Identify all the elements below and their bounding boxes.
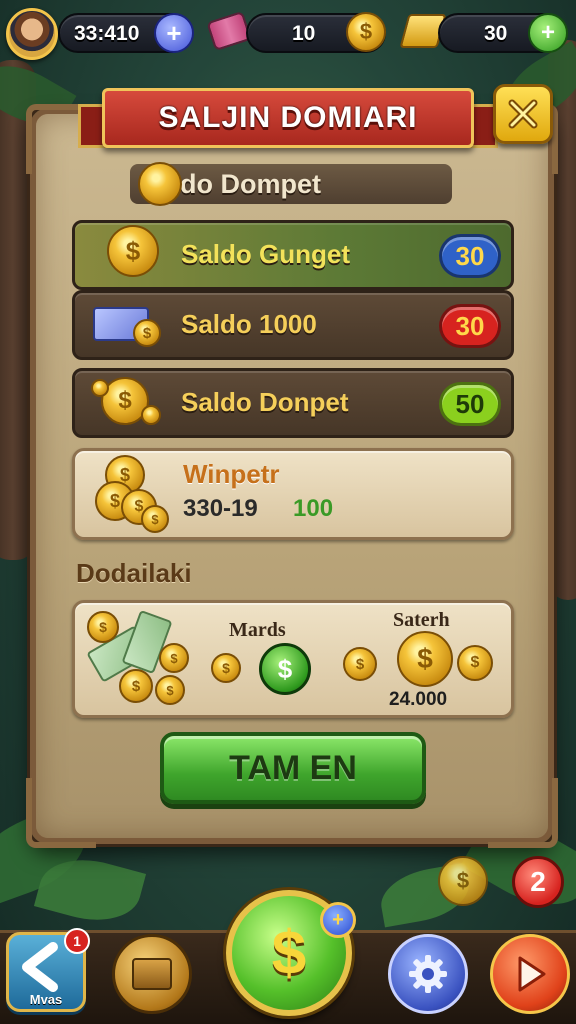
panel-corner — [26, 778, 96, 848]
rewards-amount: 24.000 — [389, 689, 448, 710]
coin-icon: $ — [133, 319, 161, 347]
add-coins-button[interactable]: + — [154, 13, 194, 53]
settings-button[interactable] — [388, 934, 468, 1014]
coins-value: 33:410 — [74, 22, 140, 45]
coin-icon: $ — [343, 647, 377, 681]
rewards-card: $ $ $ $ Mards $ $ $ Saterh $ $ 24.000 — [72, 600, 514, 718]
coin-icon: $ — [457, 645, 493, 681]
add-gems-button[interactable]: + — [528, 13, 568, 53]
row-label: Saldo Donpet — [181, 387, 349, 417]
coin-icon: $ — [119, 669, 153, 703]
close-button[interactable] — [493, 84, 553, 144]
coin-icon: $ — [211, 653, 241, 683]
close-icon — [508, 99, 538, 129]
dollar-glyph: $ — [359, 19, 373, 44]
balance-row[interactable]: $ Saldo 1000 30 — [72, 290, 514, 360]
dollar-glyph: $ — [277, 653, 293, 684]
coin-icon: $ — [159, 643, 189, 673]
back-button-label: Mvas — [29, 992, 63, 1007]
row-badge: 50 — [439, 382, 501, 426]
winner-title: Winpetr — [183, 459, 280, 489]
gear-icon — [409, 955, 447, 993]
coin-stack-icon: $ — [107, 225, 159, 277]
wallet-subheader: do Dompet — [130, 162, 452, 206]
notification-count: 2 — [530, 866, 546, 897]
winner-value-b: 100 — [293, 495, 334, 522]
confirm-button[interactable]: TAM EN — [160, 732, 426, 804]
subheader-text: do Dompet — [180, 168, 321, 199]
panel-corner — [488, 778, 558, 848]
confirm-button-label: TAM EN — [229, 748, 357, 787]
balance-row[interactable]: $ Saldo Donpet 50 — [72, 368, 514, 438]
ticket-icon — [206, 10, 252, 52]
row-badge: 30 — [439, 304, 501, 348]
coin-icon — [138, 162, 182, 206]
row-label: Saldo Gunget — [181, 239, 350, 269]
coin-icon: $ — [141, 505, 169, 533]
winner-card: $ $ $ $ Winpetr 330-19 100 — [72, 448, 514, 540]
section-label: Dodailaki — [76, 558, 192, 588]
badge-count: 1 — [73, 933, 81, 949]
top-bar: 33:410 + 10 $ 30 + — [0, 0, 576, 64]
rewards-label-right: Saterh — [393, 609, 450, 631]
coin-icon — [91, 379, 109, 397]
title-ribbon: SALJIN DOMIARI — [102, 88, 474, 148]
coin-icon: $ — [87, 611, 119, 643]
avatar[interactable] — [6, 8, 58, 60]
rewards-label-left: Mards — [229, 619, 286, 641]
coin-icon: $ — [346, 12, 386, 52]
row-badge: 30 — [439, 234, 501, 278]
dollar-icon: $ — [271, 918, 307, 988]
play-icon — [518, 956, 546, 992]
back-button-badge: 1 — [64, 928, 90, 954]
shop-button[interactable] — [112, 934, 192, 1014]
gems-value: 30 — [484, 22, 508, 45]
plus-icon: + — [540, 19, 555, 46]
coin-icon: $ — [155, 675, 185, 705]
balance-row[interactable]: $ Saldo Gunget 30 — [72, 220, 514, 290]
tickets-value: 10 — [292, 22, 316, 45]
plus-icon: + — [166, 17, 182, 48]
play-button[interactable] — [490, 934, 570, 1014]
dialog-title: SALJIN DOMIARI — [158, 101, 418, 134]
coin-icon: $ — [438, 856, 488, 906]
plus-icon: + — [332, 908, 344, 931]
winner-value-a: 330-19 — [183, 495, 258, 522]
shop-icon — [132, 958, 172, 990]
center-plus-badge: + — [320, 902, 356, 938]
coin-icon: $ — [397, 631, 453, 687]
green-coin-icon: $ — [259, 643, 311, 695]
row-label: Saldo 1000 — [181, 309, 317, 339]
coin-icon — [141, 405, 161, 425]
notification-badge[interactable]: 2 — [512, 856, 564, 908]
